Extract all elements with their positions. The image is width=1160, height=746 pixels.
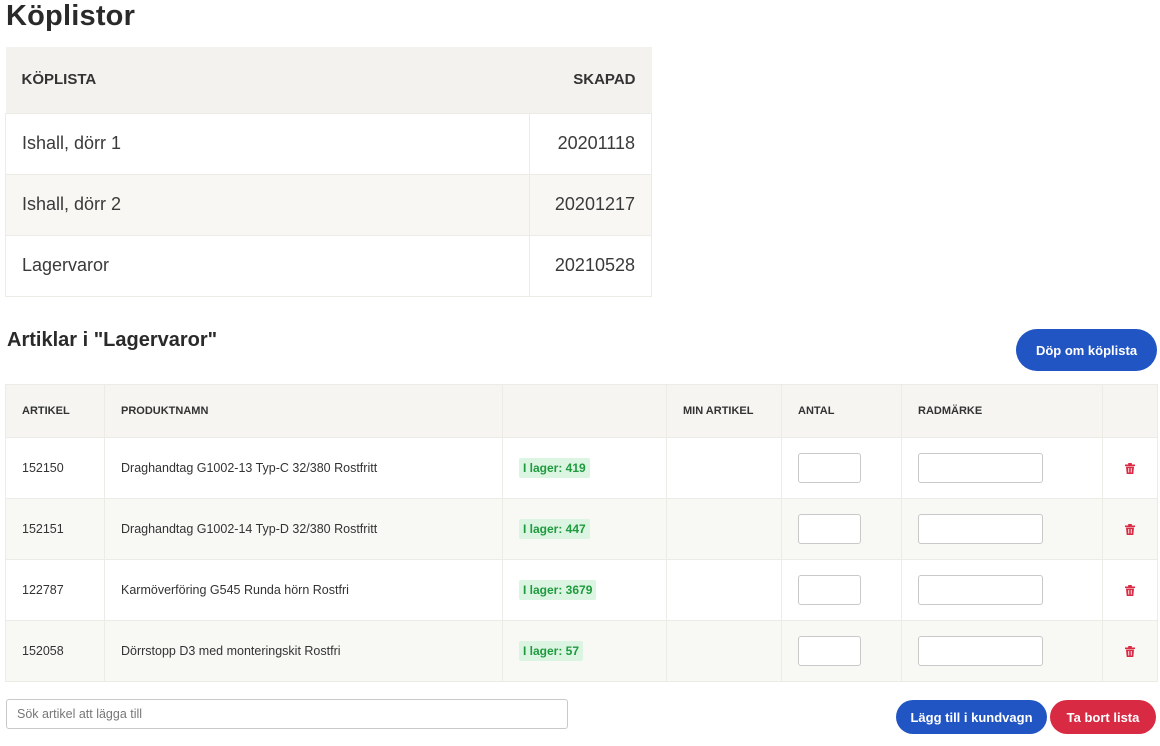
column-header-qty: ANTAL xyxy=(781,384,902,438)
add-to-cart-button[interactable]: Lägg till i kundvagn xyxy=(896,700,1047,734)
list-row-1[interactable]: Ishall, dörr 2 20201217 xyxy=(5,173,652,236)
row-mark-input[interactable] xyxy=(918,514,1043,544)
article-row: 152151 Draghandtag G1002-14 Typ-D 32/380… xyxy=(5,498,1158,560)
mark-cell xyxy=(901,620,1103,682)
stock-cell: I lager: 447 xyxy=(502,498,667,560)
qty-input[interactable] xyxy=(798,575,861,605)
row-mark-input[interactable] xyxy=(918,636,1043,666)
column-header-article: ARTIKEL xyxy=(5,384,105,438)
column-header-actions xyxy=(1102,384,1158,438)
stock-cell: I lager: 57 xyxy=(502,620,667,682)
article-search-input[interactable] xyxy=(6,699,568,729)
my-article xyxy=(666,437,782,499)
trash-icon[interactable] xyxy=(1125,584,1135,596)
qty-input[interactable] xyxy=(798,453,861,483)
article-row: 152058 Dörrstopp D3 med monteringskit Ro… xyxy=(5,620,1158,682)
list-created: 20201118 xyxy=(529,112,652,175)
qty-input[interactable] xyxy=(798,514,861,544)
article-row: 152150 Draghandtag G1002-13 Typ-C 32/380… xyxy=(5,437,1158,499)
my-article xyxy=(666,498,782,560)
action-cell xyxy=(1102,620,1158,682)
column-header-list: KÖPLISTA xyxy=(5,47,530,113)
product-name: Draghandtag G1002-13 Typ-C 32/380 Rostfr… xyxy=(104,437,503,499)
action-cell xyxy=(1102,559,1158,621)
delete-list-button[interactable]: Ta bort lista xyxy=(1050,700,1156,734)
article-row: 122787 Karmöverföring G545 Runda hörn Ro… xyxy=(5,559,1158,621)
my-article xyxy=(666,620,782,682)
stock-badge: I lager: 447 xyxy=(519,519,590,539)
list-row-0[interactable]: Ishall, dörr 1 20201118 xyxy=(5,112,652,175)
qty-input[interactable] xyxy=(798,636,861,666)
qty-cell xyxy=(781,559,902,621)
stock-cell: I lager: 3679 xyxy=(502,559,667,621)
column-header-row-mark: RADMÄRKE xyxy=(901,384,1103,438)
rename-list-button[interactable]: Döp om köplista xyxy=(1016,329,1157,371)
qty-cell xyxy=(781,437,902,499)
column-header-stock xyxy=(502,384,667,438)
articles-header-row: ARTIKEL PRODUKTNAMN MIN ARTIKEL ANTAL RA… xyxy=(5,384,1158,438)
mark-cell xyxy=(901,437,1103,499)
action-cell xyxy=(1102,437,1158,499)
column-header-my-article: MIN ARTIKEL xyxy=(666,384,782,438)
stock-badge: I lager: 3679 xyxy=(519,580,597,600)
lists-header-row: KÖPLISTA SKAPAD xyxy=(5,47,652,113)
list-name[interactable]: Ishall, dörr 2 xyxy=(5,173,530,236)
article-number: 122787 xyxy=(5,559,105,621)
article-number: 152151 xyxy=(5,498,105,560)
article-number: 152058 xyxy=(5,620,105,682)
product-name: Karmöverföring G545 Runda hörn Rostfri xyxy=(104,559,503,621)
product-name: Dörrstopp D3 med monteringskit Rostfri xyxy=(104,620,503,682)
mark-cell xyxy=(901,498,1103,560)
product-name: Draghandtag G1002-14 Typ-D 32/380 Rostfr… xyxy=(104,498,503,560)
stock-badge: I lager: 57 xyxy=(519,641,584,661)
list-name[interactable]: Ishall, dörr 1 xyxy=(5,112,530,175)
trash-icon[interactable] xyxy=(1125,645,1135,657)
stock-cell: I lager: 419 xyxy=(502,437,667,499)
qty-cell xyxy=(781,620,902,682)
my-article xyxy=(666,559,782,621)
purchase-lists-table: KÖPLISTA SKAPAD Ishall, dörr 1 20201118 … xyxy=(5,47,652,297)
article-number: 152150 xyxy=(5,437,105,499)
row-mark-input[interactable] xyxy=(918,453,1043,483)
column-header-created: SKAPAD xyxy=(529,47,652,113)
trash-icon[interactable] xyxy=(1125,462,1135,474)
row-mark-input[interactable] xyxy=(918,575,1043,605)
page-title: Köplistor xyxy=(6,0,136,32)
qty-cell xyxy=(781,498,902,560)
list-created: 20201217 xyxy=(529,173,652,236)
action-cell xyxy=(1102,498,1158,560)
articles-table: ARTIKEL PRODUKTNAMN MIN ARTIKEL ANTAL RA… xyxy=(5,384,1158,682)
mark-cell xyxy=(901,559,1103,621)
list-name[interactable]: Lagervaror xyxy=(5,234,530,297)
stock-badge: I lager: 419 xyxy=(519,458,590,478)
list-row-2[interactable]: Lagervaror 20210528 xyxy=(5,234,652,297)
trash-icon[interactable] xyxy=(1125,523,1135,535)
list-created: 20210528 xyxy=(529,234,652,297)
column-header-product: PRODUKTNAMN xyxy=(104,384,503,438)
articles-section-title: Artiklar i "Lagervaror" xyxy=(7,329,218,351)
